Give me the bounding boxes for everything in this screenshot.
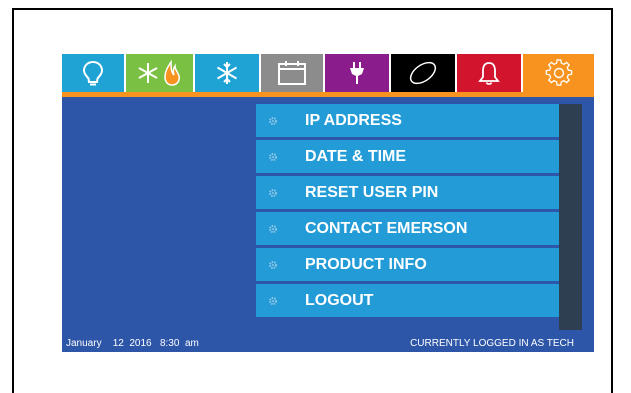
menu-item-label: DATE & TIME: [305, 147, 407, 165]
menu-item-label: IP ADDRESS: [305, 111, 402, 129]
tab-schedule[interactable]: [261, 54, 325, 92]
menu-item-contact-emerson[interactable]: CONTACT EMERSON: [256, 212, 559, 245]
menu-scroll-panel[interactable]: [559, 104, 582, 330]
calendar-icon: [277, 60, 307, 86]
gear-icon: [266, 258, 280, 272]
menu-item-label: RESET USER PIN: [305, 183, 439, 201]
category-tab-bar: [62, 54, 594, 92]
tab-alarms[interactable]: [457, 54, 523, 92]
gear-icon: [266, 150, 280, 164]
tab-underline: [62, 92, 594, 97]
tab-settings[interactable]: [523, 54, 594, 92]
settings-menu: IP ADDRESS DATE & TIME RESET USER PIN CO…: [256, 104, 559, 320]
device-frame: IP ADDRESS DATE & TIME RESET USER PIN CO…: [12, 8, 613, 393]
gear-icon: [266, 294, 280, 308]
menu-item-ip-address[interactable]: IP ADDRESS: [256, 104, 559, 137]
status-logged-in-user: CURRENTLY LOGGED IN AS TECH: [410, 337, 574, 349]
menu-item-date-time[interactable]: DATE & TIME: [256, 140, 559, 173]
tab-lighting[interactable]: [62, 54, 126, 92]
tab-hvac[interactable]: [126, 54, 195, 92]
status-date-time: January 12 2016 8:30 am: [66, 337, 199, 349]
tab-power[interactable]: [325, 54, 391, 92]
menu-item-product-info[interactable]: PRODUCT INFO: [256, 248, 559, 281]
lightbulb-icon: [82, 60, 104, 86]
gear-icon: [545, 59, 573, 87]
gear-icon: [266, 186, 280, 200]
status-bar: January 12 2016 8:30 am CURRENTLY LOGGED…: [62, 334, 594, 352]
gear-icon: [266, 114, 280, 128]
menu-item-label: CONTACT EMERSON: [305, 219, 468, 237]
menu-item-logout[interactable]: LOGOUT: [256, 284, 559, 317]
menu-item-label: LOGOUT: [305, 291, 374, 309]
touch-screen: IP ADDRESS DATE & TIME RESET USER PIN CO…: [62, 54, 594, 352]
menu-item-reset-user-pin[interactable]: RESET USER PIN: [256, 176, 559, 209]
tab-custom[interactable]: [391, 54, 457, 92]
menu-item-label: PRODUCT INFO: [305, 255, 427, 273]
tab-refrigeration[interactable]: [195, 54, 261, 92]
bell-icon: [477, 60, 501, 86]
gear-icon: [266, 222, 280, 236]
snowflake-icon: [214, 60, 240, 86]
ellipse-icon: [406, 60, 440, 86]
snowflake-flame-icon: [135, 59, 185, 87]
plug-icon: [347, 60, 367, 86]
